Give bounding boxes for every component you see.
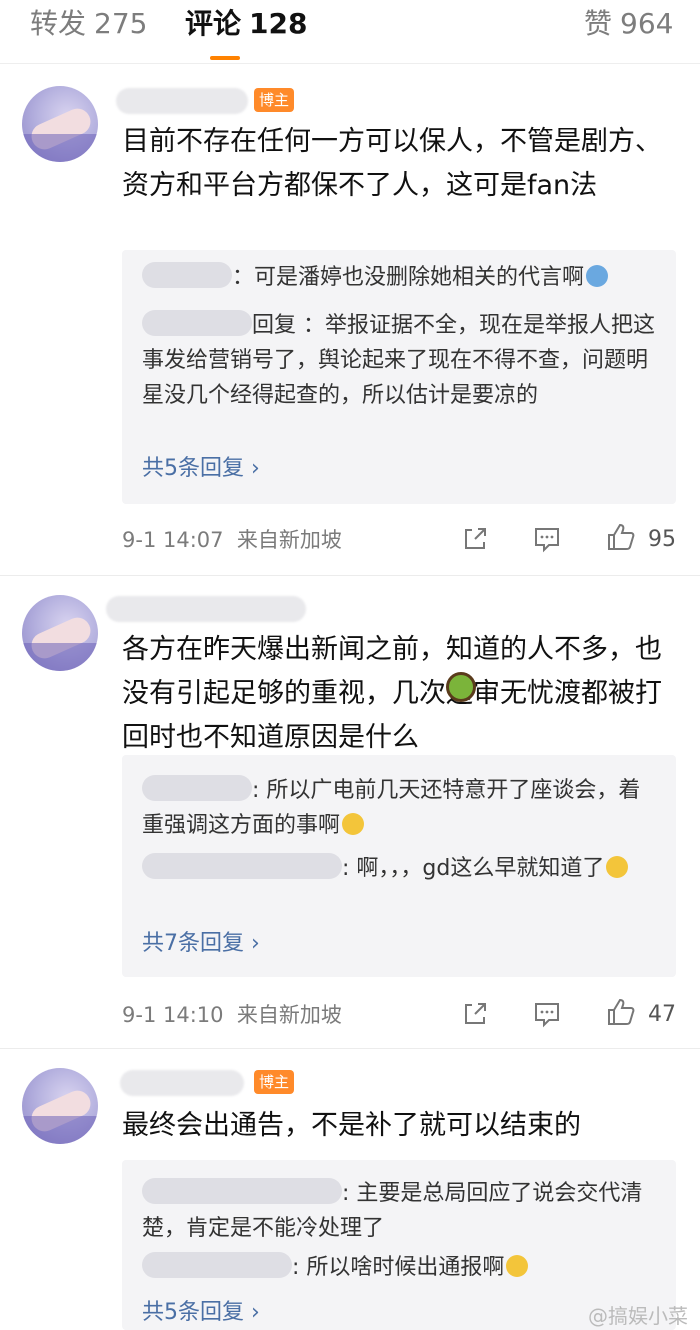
tab-label: 评论 — [185, 7, 242, 40]
comment-meta: 9-1 14:10 来自新加坡 — [122, 1000, 342, 1030]
reply-text: : 所以啥时候出通报啊 — [292, 1255, 505, 1280]
view-more-replies-link[interactable]: 共5条回复 › — [142, 454, 260, 484]
avatar[interactable] — [22, 595, 98, 671]
reply-username-redacted[interactable] — [142, 853, 342, 879]
author-badge: 博主 — [254, 1070, 295, 1094]
reply-username-redacted[interactable] — [142, 775, 252, 801]
reply-username-redacted[interactable] — [142, 262, 232, 288]
view-more-replies-link[interactable]: 共5条回复 › — [142, 1298, 260, 1328]
share-icon[interactable] — [460, 999, 490, 1029]
comment-source: 来自新加坡 — [236, 528, 342, 552]
reply-username-redacted[interactable] — [142, 1178, 342, 1204]
comment-icon[interactable] — [532, 999, 562, 1029]
comment-text: 各方在昨天爆出新闻之前，知道的人不多，也没有引起足够的重视，几次送审无忧渡都被打… — [122, 628, 682, 760]
divider — [0, 1048, 700, 1049]
reply-text: : 啊，，，gd这么早就知道了 — [342, 856, 605, 881]
comment-text: 目前不存在任何一方可以保人，不管是剧方、资方和平台方都保不了人，这可是fan法 — [122, 126, 662, 201]
author-badge: 博主 — [254, 88, 295, 112]
like-icon[interactable] — [606, 522, 636, 552]
username-redacted[interactable] — [116, 88, 248, 114]
avatar[interactable] — [22, 86, 98, 162]
crying-emoji-icon — [506, 1255, 529, 1277]
comment-text-content: 各方在昨天爆出新闻之前，知道的人不多，也没有引起足够的重视，几次送审无忧渡都被打… — [122, 634, 662, 753]
reply-item[interactable]: ：可是潘婷也没删除她相关的代言啊 — [142, 260, 662, 295]
reply-item[interactable]: 回复 ：举报证据不全，现在是举报人把这事发给营销号了，舆论起来了现在不得不查，问… — [142, 308, 662, 413]
reply-text: ：可是潘婷也没删除她相关的代言啊 — [232, 265, 585, 290]
reply-username-redacted[interactable] — [142, 310, 252, 336]
nerd-emoji-icon — [342, 813, 365, 835]
reply-item[interactable]: : 所以啥时候出通报啊 — [142, 1250, 662, 1285]
comment-time: 9-1 14:07 — [122, 528, 224, 552]
tab-comments[interactable]: 评论 128 — [185, 4, 307, 44]
comment-source: 来自新加坡 — [236, 1003, 342, 1027]
watermark: @搞娱小菜 — [588, 1304, 688, 1328]
like-count: 47 — [648, 1002, 676, 1027]
tab-label: 赞 — [584, 7, 613, 40]
reply-username-redacted[interactable] — [142, 1252, 292, 1278]
emoji-icon — [586, 265, 609, 287]
comment-text: 最终会出通告，不是补了就可以结束的 — [122, 1110, 581, 1141]
view-more-replies-link[interactable]: 共7条回复 › — [142, 929, 260, 959]
reply-box[interactable]: ：可是潘婷也没删除她相关的代言啊 回复 ：举报证据不全，现在是举报人把这事发给营… — [122, 250, 676, 504]
tab-likes[interactable]: 赞 964 — [584, 4, 673, 44]
like-icon[interactable] — [606, 997, 636, 1027]
tab-count: 128 — [249, 7, 308, 40]
reply-box[interactable]: : 所以广电前几天还特意开了座谈会，着重强调这方面的事啊 : 啊，，，gd这么早… — [122, 755, 676, 977]
reply-item[interactable]: : 啊，，，gd这么早就知道了 — [142, 851, 662, 886]
reply-item[interactable]: : 主要是总局回应了说会交代清楚，肯定是不能冷处理了 — [142, 1176, 662, 1246]
like-count: 95 — [648, 527, 676, 552]
divider — [0, 575, 700, 576]
kiwi-emoji-icon — [446, 672, 476, 702]
username-redacted[interactable] — [120, 1070, 244, 1096]
comment-time: 9-1 14:10 — [122, 1003, 224, 1027]
comment-icon[interactable] — [532, 524, 562, 554]
avatar[interactable] — [22, 1068, 98, 1144]
tab-reposts[interactable]: 转发 275 — [30, 4, 147, 44]
comment-meta: 9-1 14:07 来自新加坡 — [122, 525, 342, 555]
tab-label: 转发 — [30, 7, 87, 40]
share-icon[interactable] — [460, 524, 490, 554]
reply-item[interactable]: : 所以广电前几天还特意开了座谈会，着重强调这方面的事啊 — [142, 773, 662, 843]
active-tab-indicator — [210, 56, 240, 60]
comment-tabs: 转发 275 评论 128 赞 964 — [0, 0, 700, 64]
tab-count: 964 — [620, 7, 674, 40]
surprised-emoji-icon — [606, 856, 629, 878]
tab-count: 275 — [94, 7, 148, 40]
username-redacted[interactable] — [106, 596, 306, 622]
